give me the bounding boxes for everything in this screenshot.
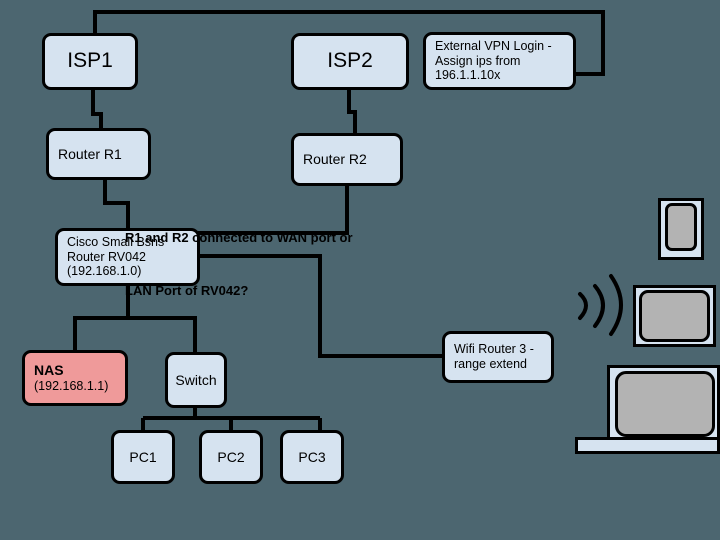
wifi-router-line-2: range extend (454, 357, 527, 371)
vpn-line-3: 196.1.1.10x (435, 68, 501, 83)
node-pc2[interactable]: PC2 (199, 430, 263, 484)
laptop-base (575, 437, 720, 454)
node-pc3-label: PC3 (298, 448, 326, 465)
nas-line-1: NAS (34, 362, 64, 379)
annotation-line-2: LAN Port of RV042? (125, 282, 249, 298)
node-isp1-label: ISP1 (67, 49, 113, 73)
annotation-line-1: R1 and R2 connected to WAN port or (125, 230, 353, 246)
node-isp1[interactable]: ISP1 (42, 33, 138, 90)
node-isp2[interactable]: ISP2 (291, 33, 409, 90)
node-pc1-label: PC1 (129, 448, 157, 465)
wire-rv042-to-nas (73, 286, 130, 350)
tablet-device-icon (633, 285, 716, 347)
node-wifi-router-3[interactable]: Wifi Router 3 - range extend (442, 331, 554, 383)
node-switch[interactable]: Switch (165, 352, 227, 408)
node-router-r1-label: Router R1 (58, 145, 122, 162)
wifi-router-line-1: Wifi Router 3 - (454, 342, 534, 357)
node-external-vpn-login[interactable]: External VPN Login - Assign ips from 196… (423, 32, 576, 90)
node-router-r1[interactable]: Router R1 (46, 128, 151, 180)
wire-isp2-to-router-r2 (347, 90, 357, 133)
node-nas[interactable]: NAS (192.168.1.1) (22, 350, 128, 406)
wire-isp1-to-router-r1 (91, 90, 103, 128)
node-router-r2-label: Router R2 (303, 151, 367, 168)
tablet-screen (639, 290, 710, 342)
node-pc2-label: PC2 (217, 448, 245, 465)
node-pc3[interactable]: PC3 (280, 430, 344, 484)
nas-line-2: (192.168.1.1) (34, 378, 109, 393)
vpn-line-2: Assign ips from (435, 53, 521, 68)
node-router-r2[interactable]: Router R2 (291, 133, 403, 186)
node-pc1[interactable]: PC1 (111, 430, 175, 484)
node-isp2-label: ISP2 (327, 49, 373, 73)
wifi-signal-icon (578, 274, 623, 336)
phone-device-icon (658, 198, 704, 260)
laptop-screen (615, 371, 715, 437)
phone-screen (665, 203, 697, 251)
network-diagram-canvas: ISP1 ISP2 External VPN Login - Assign ip… (0, 0, 720, 540)
annotation-wan-or-lan: R1 and R2 connected to WAN port or LAN P… (125, 194, 370, 334)
node-switch-label: Switch (175, 371, 217, 388)
laptop-device-icon (575, 365, 720, 455)
vpn-line-1: External VPN Login - (435, 38, 552, 53)
